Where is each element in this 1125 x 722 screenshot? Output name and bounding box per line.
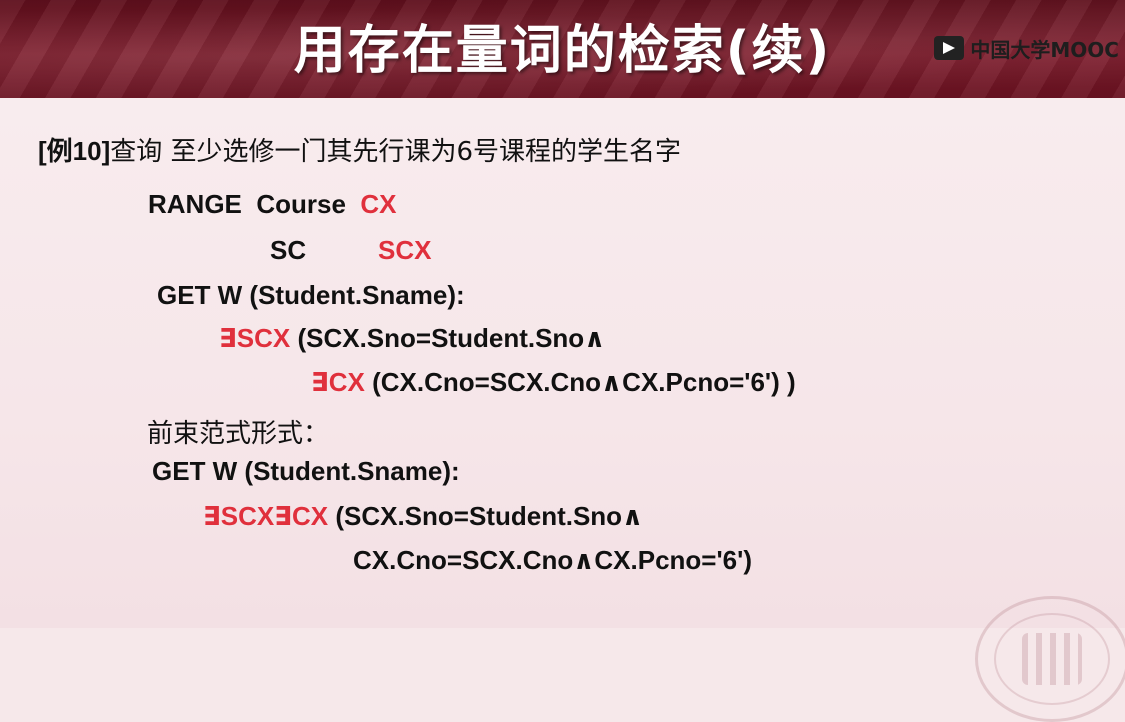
mooc-watermark: 中国大学MOOC <box>934 34 1119 62</box>
get-line-2: GET W (Student.Sname): <box>152 456 460 486</box>
exists-cx-body: (CX.Cno=SCX.Cno∧CX.Pcno='6') ) <box>364 367 796 397</box>
exists-cx-symbol: ∃CX <box>311 367 365 397</box>
example-question: 查询 至少选修一门其先行课为6号课程的学生名字 <box>110 137 682 167</box>
mooc-play-icon <box>934 36 965 60</box>
range-line-1: RANGE Course CX <box>148 189 397 220</box>
exists-scx-symbol: ∃SCX <box>219 323 291 353</box>
prenex-body-line-2: CX.Cno=SCX.Cno∧CX.Pcno='6') <box>353 545 752 575</box>
university-seal-watermark <box>975 596 1125 722</box>
example-label: [例10] <box>38 136 111 166</box>
prenex-body-1: (SCX.Sno=Student.Sno∧ <box>328 501 644 531</box>
exists-scx-body: (SCX.Sno=Student.Sno∧ <box>290 323 606 353</box>
prenex-exists-line: ∃SCX∃CX (SCX.Sno=Student.Sno∧ <box>203 501 643 532</box>
seal-emblem <box>1022 633 1082 685</box>
range-table-course: Course <box>256 189 346 219</box>
mooc-label: 中国大学MOOC <box>970 37 1119 62</box>
range-alias-cx: CX <box>360 189 397 219</box>
exists-scx-line: ∃SCX (SCX.Sno=Student.Sno∧ <box>219 323 605 354</box>
exists-cx-line: ∃CX (CX.Cno=SCX.Cno∧CX.Pcno='6') ) <box>311 367 796 398</box>
range-line-2: SC <box>270 235 306 266</box>
prenex-label: 前束范式形式： <box>147 419 330 449</box>
title-banner: 用存在量词的检索(续) 中国大学MOOC <box>0 0 1125 98</box>
prenex-exists-symbol: ∃SCX∃CX <box>203 501 329 531</box>
range-keyword: RANGE <box>148 189 242 219</box>
example-heading: [例10]查询 至少选修一门其先行课为6号课程的学生名字 <box>38 131 681 168</box>
range-alias-scx: SCX <box>378 235 432 265</box>
get-line-1: GET W (Student.Sname): <box>157 280 465 310</box>
range-table-sc: SC <box>270 235 307 265</box>
range-line-2-alias: SCX <box>378 235 431 266</box>
